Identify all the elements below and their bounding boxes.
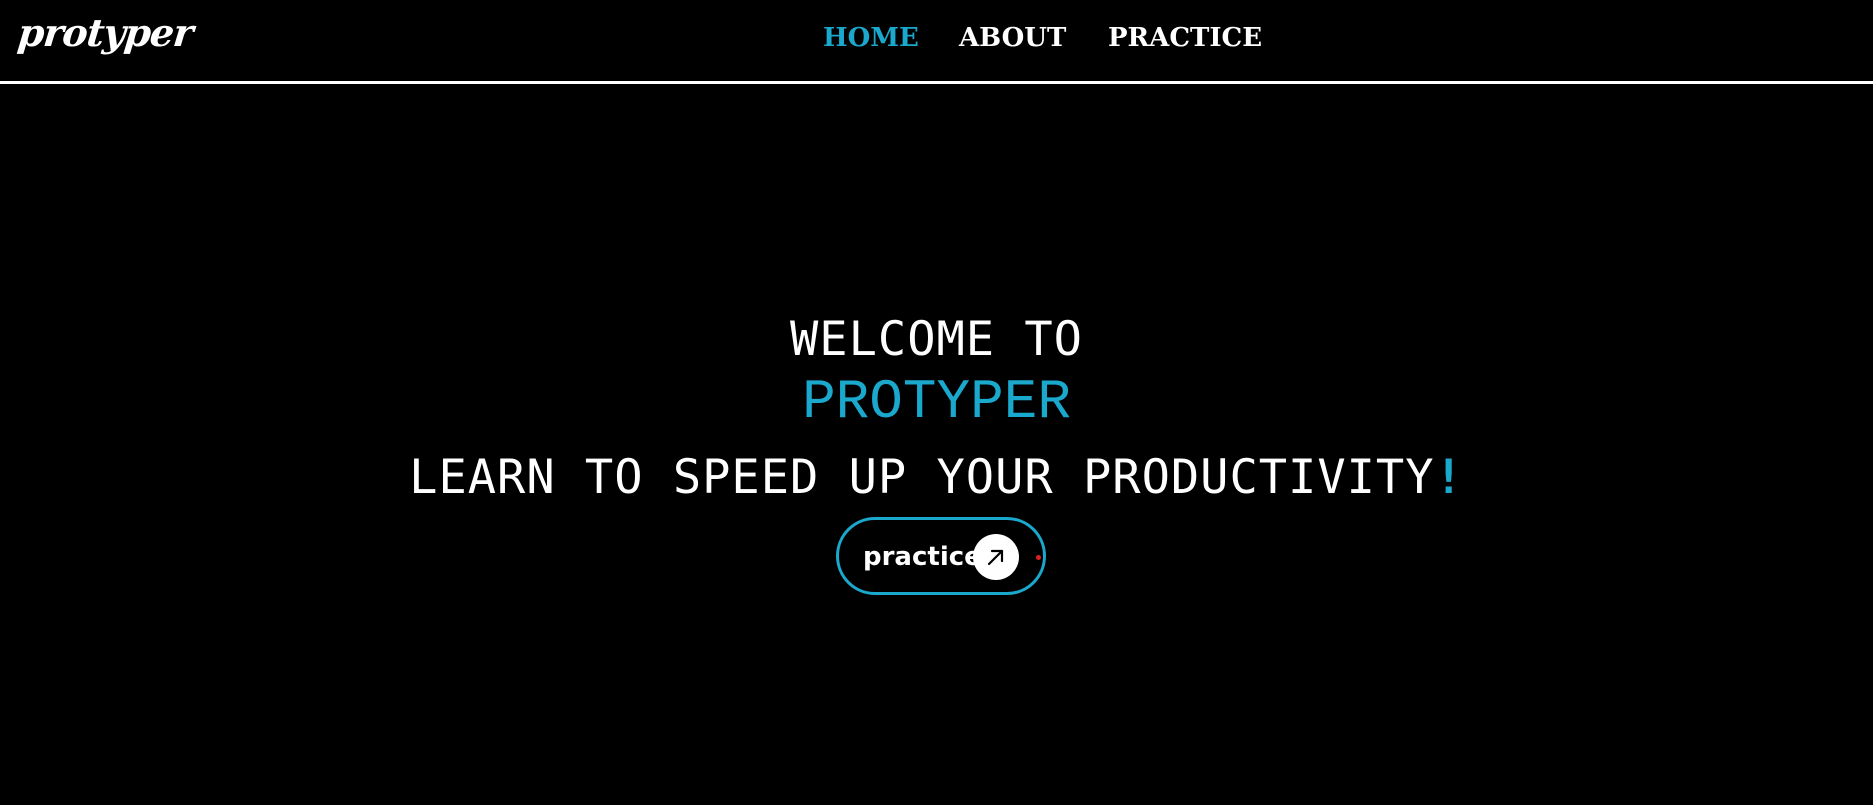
nav-link-about[interactable]: ABOUT (959, 22, 1066, 54)
arrow-up-right-icon (973, 534, 1019, 580)
nav-link-practice[interactable]: PRACTICE (1108, 22, 1262, 54)
practice-button-label: practice (863, 542, 982, 572)
practice-button[interactable]: practice (836, 517, 1046, 595)
navbar: protyper HOME ABOUT PRACTICE (0, 0, 1873, 84)
status-dot (1036, 555, 1041, 560)
welcome-heading: WELCOME TO (790, 312, 1083, 367)
tagline-text: LEARN TO SPEED UP YOUR PRODUCTIVITY (409, 450, 1435, 505)
nav-links: HOME ABOUT PRACTICE (0, 22, 1873, 58)
brand-title: PROTYPER (802, 370, 1071, 434)
tagline-accent: ! (1434, 450, 1464, 505)
tagline: LEARN TO SPEED UP YOUR PRODUCTIVITY! (0, 450, 1873, 506)
nav-link-home[interactable]: HOME (823, 22, 919, 54)
